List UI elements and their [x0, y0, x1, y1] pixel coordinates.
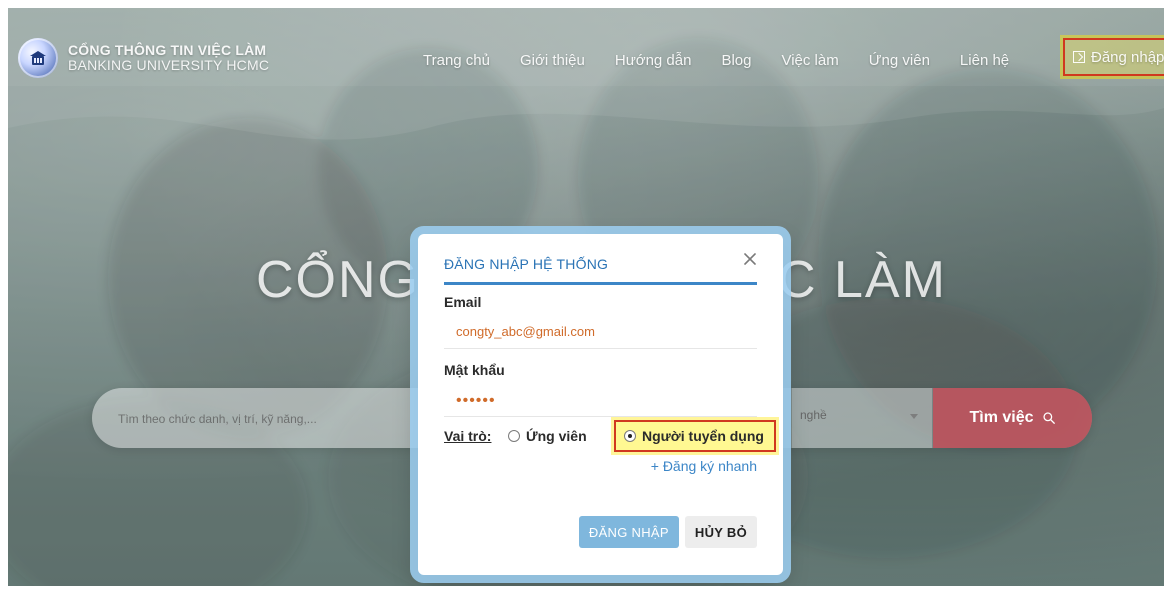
search-icon: [1042, 412, 1055, 424]
search-input-wrap: [92, 388, 422, 448]
radio-icon: [508, 430, 520, 442]
modal-actions: ĐĂNG NHẬP HỦY BỎ: [578, 516, 757, 548]
login-link[interactable]: Đăng nhập: [1063, 38, 1164, 76]
cancel-button[interactable]: HỦY BỎ: [684, 516, 757, 548]
nav-item-guide[interactable]: Hướng dẫn: [615, 52, 692, 69]
page-stage: CỔNG THÔNG TIN VIỆC LÀM BANKING UNIVERSI…: [8, 8, 1164, 586]
modal-header: ĐĂNG NHẬP HỆ THỐNG: [444, 253, 757, 285]
login-icon: [1073, 51, 1085, 63]
password-field[interactable]: ••••••: [456, 392, 496, 410]
email-label: Email: [444, 294, 482, 310]
brand-text: CỔNG THÔNG TIN VIỆC LÀM BANKING UNIVERSI…: [68, 43, 269, 72]
brand[interactable]: CỔNG THÔNG TIN VIỆC LÀM BANKING UNIVERSI…: [18, 38, 269, 78]
role-selector: Vai trò: Ứng viên Người tuyển dụng: [444, 420, 776, 452]
nav-item-about[interactable]: Giới thiệu: [520, 52, 585, 69]
role-option-recruiter-label: Người tuyển dụng: [642, 428, 764, 444]
job-search-input[interactable]: [116, 406, 410, 432]
nav-item-blog[interactable]: Blog: [721, 52, 751, 69]
brand-title: CỔNG THÔNG TIN VIỆC LÀM: [68, 42, 267, 59]
login-label: Đăng nhập: [1091, 48, 1164, 66]
hero-title-right: C LÀM: [778, 251, 947, 309]
password-underline: [444, 416, 757, 417]
brand-subtitle: BANKING UNIVERSITY HCMC: [68, 57, 270, 73]
university-logo: [18, 38, 58, 78]
modal-title: ĐĂNG NHẬP HỆ THỐNG: [444, 256, 609, 272]
role-label: Vai trò:: [444, 428, 492, 444]
email-field[interactable]: congty_abc@gmail.com: [456, 324, 595, 339]
nav-item-candidates[interactable]: Ứng viên: [869, 52, 930, 69]
login-modal: ĐĂNG NHẬP HỆ THỐNG Email congty_abc@gmai…: [418, 234, 783, 575]
nav-item-contact[interactable]: Liên hệ: [960, 52, 1009, 69]
email-underline: [444, 348, 757, 349]
chevron-down-icon: [910, 414, 918, 419]
radio-selected-icon: [624, 430, 636, 442]
role-radio-candidate[interactable]: Ứng viên: [508, 428, 587, 444]
nav-item-home[interactable]: Trang chủ: [423, 52, 490, 69]
hero-title-left: CỔNG: [256, 251, 420, 309]
role-option-candidate-label: Ứng viên: [526, 428, 587, 444]
bank-emblem-icon: [30, 51, 46, 65]
industry-select[interactable]: nghề: [792, 388, 932, 448]
password-label: Mật khẩu: [444, 362, 505, 378]
search-button-label: Tìm việc: [969, 409, 1034, 426]
quick-register-link[interactable]: + Đăng ký nhanh: [444, 458, 757, 474]
industry-select-value: nghề: [800, 408, 827, 422]
close-icon[interactable]: [739, 248, 761, 270]
search-jobs-button[interactable]: Tìm việc: [933, 388, 1092, 448]
main-nav: Trang chủ Giới thiệu Hướng dẫn Blog Việc…: [423, 38, 1164, 76]
nav-item-jobs[interactable]: Việc làm: [781, 52, 838, 69]
top-navigation: CỔNG THÔNG TIN VIỆC LÀM BANKING UNIVERSI…: [8, 8, 1164, 86]
login-button[interactable]: ĐĂNG NHẬP: [578, 516, 679, 548]
role-radio-recruiter[interactable]: Người tuyển dụng: [614, 420, 776, 452]
